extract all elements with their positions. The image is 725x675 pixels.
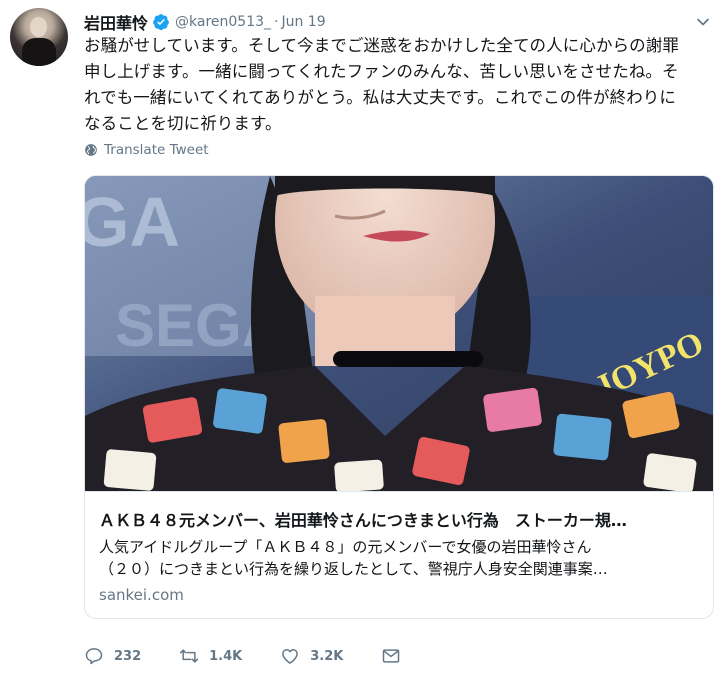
card-body[interactable]: ＡＫＢ４８元メンバー、岩田華怜さんにつきまとい行為 ストーカー規… 人気アイドル… [85,491,713,618]
tweet[interactable]: 岩田華怜 @karen0513_ · Jun 19 お騒がせしています。そして今… [0,0,725,675]
tweet-actions: 232 1.4K 3.2K [84,644,411,668]
translate-label: Translate Tweet [104,142,209,158]
card-description-line: 人気アイドルグループ「ＡＫＢ４８」の元メンバーで女優の岩田華怜さん [99,538,592,556]
direct-message-button[interactable] [381,646,411,666]
tweet-text: お騒がせしています。そして今までご迷惑をおかけした全ての人に心からの謝罪 申し上… [84,33,716,137]
chevron-down-icon[interactable] [693,12,713,32]
tweet-header: 岩田華怜 @karen0513_ · Jun 19 [84,10,713,34]
tweet-date[interactable]: Jun 19 [281,14,325,30]
verified-badge-icon [153,14,169,31]
reply-count: 232 [114,648,142,664]
link-card[interactable]: GA SEGA in JOYPO ＡＫＢ４８元メンバー、岩田華怜さんにつきまとい… [84,175,714,619]
like-button[interactable]: 3.2K [280,646,343,666]
avatar-body [22,38,56,66]
card-description-line: （２０）につきまとい行為を繰り返したとして、警視庁人身安全関連事案… [99,560,608,578]
avatar-face [30,17,47,37]
card-description: 人気アイドルグループ「ＡＫＢ４８」の元メンバーで女優の岩田華怜さん （２０）につ… [99,536,699,580]
reply-button[interactable]: 232 [84,646,141,666]
card-photo: GA SEGA in JOYPO [85,176,713,491]
globe-icon [85,144,97,156]
like-count: 3.2K [310,648,344,664]
handle[interactable]: @karen0513_ [175,14,271,30]
display-name[interactable]: 岩田華怜 [84,10,148,34]
reply-icon [85,648,103,665]
retweet-count: 1.4K [209,648,243,664]
tweet-text-line: なることを切に祈ります。 [84,114,282,133]
card-image[interactable]: GA SEGA in JOYPO [85,176,713,491]
tweet-text-line: れでも一緒にいてくれてありがとう。私は大丈夫です。これでこの件が終わりに [84,88,676,107]
card-domain: sankei.com [99,586,184,604]
translate-tweet-link[interactable]: Translate Tweet [84,142,209,158]
separator-dot: · [274,14,279,30]
svg-text:GA: GA [85,183,180,261]
envelope-icon [383,649,400,663]
card-title[interactable]: ＡＫＢ４８元メンバー、岩田華怜さんにつきまとい行為 ストーカー規… [99,507,699,531]
avatar[interactable] [10,8,68,66]
retweet-button[interactable]: 1.4K [179,646,242,666]
tweet-text-line: お騒がせしています。そして今までご迷惑をおかけした全ての人に心からの謝罪 [84,36,679,55]
retweet-icon [180,649,199,663]
tweet-text-line: 申し上げます。一緒に闘ってくれたファンのみんな、苦しい思いをさせたね。そ [84,62,679,81]
heart-icon [282,649,299,664]
